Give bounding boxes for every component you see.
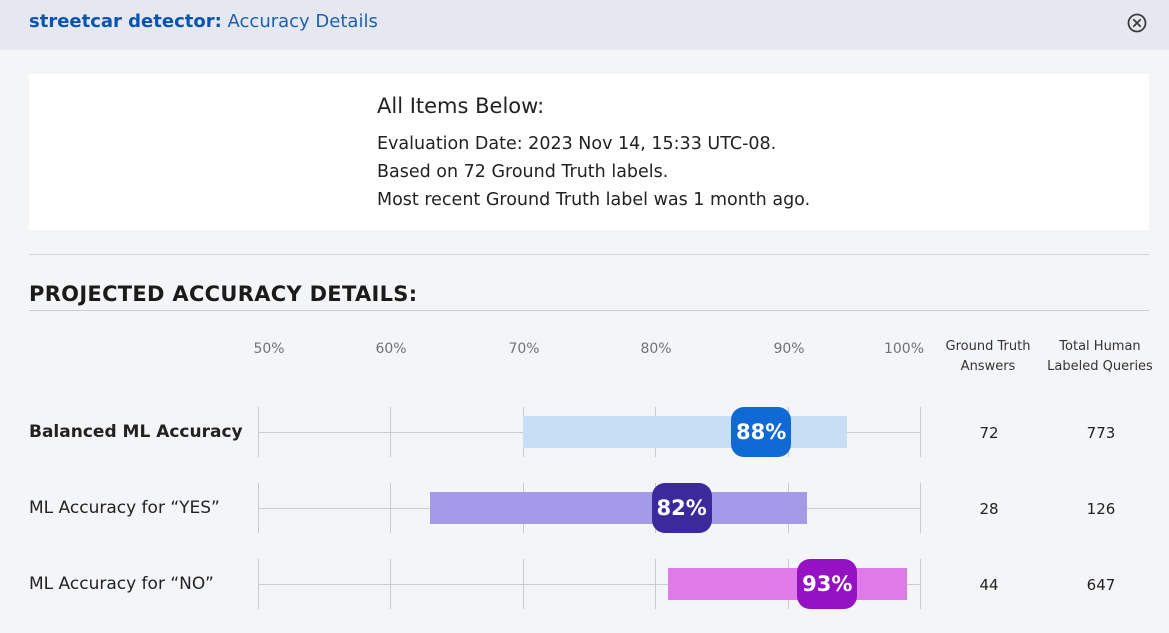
axis-tick-label: 50% <box>253 341 285 357</box>
axis-tick-label: 80% <box>640 341 672 357</box>
recent-label-age: Most recent Ground Truth label was 1 mon… <box>377 190 811 210</box>
ground-truth-answers-value: 44 <box>979 576 999 594</box>
confidence-interval-bar <box>522 416 848 448</box>
total-human-labeled-value: 647 <box>1086 576 1116 594</box>
gridline <box>920 407 921 457</box>
close-icon <box>1127 13 1147 33</box>
summary-heading: All Items Below: <box>377 94 545 118</box>
close-button[interactable] <box>1125 11 1149 35</box>
ground-truth-answers-header: Ground Truth Answers <box>946 337 1031 377</box>
accuracy-badge: 88% <box>731 407 792 457</box>
ground-truth-count: Based on 72 Ground Truth labels. <box>377 162 669 182</box>
gridline <box>920 483 921 533</box>
header-line: Ground Truth <box>945 339 1031 354</box>
header-line: Total Human <box>1059 339 1141 354</box>
ground-truth-answers-value: 72 <box>979 424 999 442</box>
axis-tick-label: 100% <box>883 341 925 357</box>
ground-truth-answers-value: 28 <box>979 500 999 518</box>
axis-tick-label: 70% <box>508 341 540 357</box>
evaluation-summary-card: All Items Below: Evaluation Date: 2023 N… <box>29 74 1149 230</box>
header-line: Answers <box>960 359 1016 374</box>
dialog-header: streetcar detector: Accuracy Details <box>0 0 1169 50</box>
total-human-labeled-value: 126 <box>1086 500 1116 518</box>
total-human-labeled-header: Total Human Labeled Queries <box>1047 337 1153 377</box>
evaluation-date: Evaluation Date: 2023 Nov 14, 15:33 UTC-… <box>377 134 777 154</box>
section-title: PROJECTED ACCURACY DETAILS: <box>29 282 418 306</box>
axis-tick-label: 60% <box>375 341 407 357</box>
divider <box>29 254 1149 255</box>
total-human-labeled-value: 773 <box>1086 424 1116 442</box>
model-name: streetcar detector: <box>29 11 222 32</box>
row-label-no: ML Accuracy for “NO” <box>29 574 214 594</box>
axis-tick-label: 90% <box>773 341 805 357</box>
confidence-interval-bar <box>668 568 907 600</box>
page-title: Accuracy Details <box>227 11 378 32</box>
confidence-interval-bar <box>430 492 808 524</box>
accuracy-badge: 82% <box>651 483 712 533</box>
header-line: Labeled Queries <box>1047 359 1153 374</box>
accuracy-badge: 93% <box>797 559 858 609</box>
row-label-balanced: Balanced ML Accuracy <box>29 422 243 442</box>
row-label-yes: ML Accuracy for “YES” <box>29 498 220 518</box>
dialog-title: streetcar detector: Accuracy Details <box>29 11 378 32</box>
gridline <box>920 559 921 609</box>
section-divider <box>29 310 1149 311</box>
